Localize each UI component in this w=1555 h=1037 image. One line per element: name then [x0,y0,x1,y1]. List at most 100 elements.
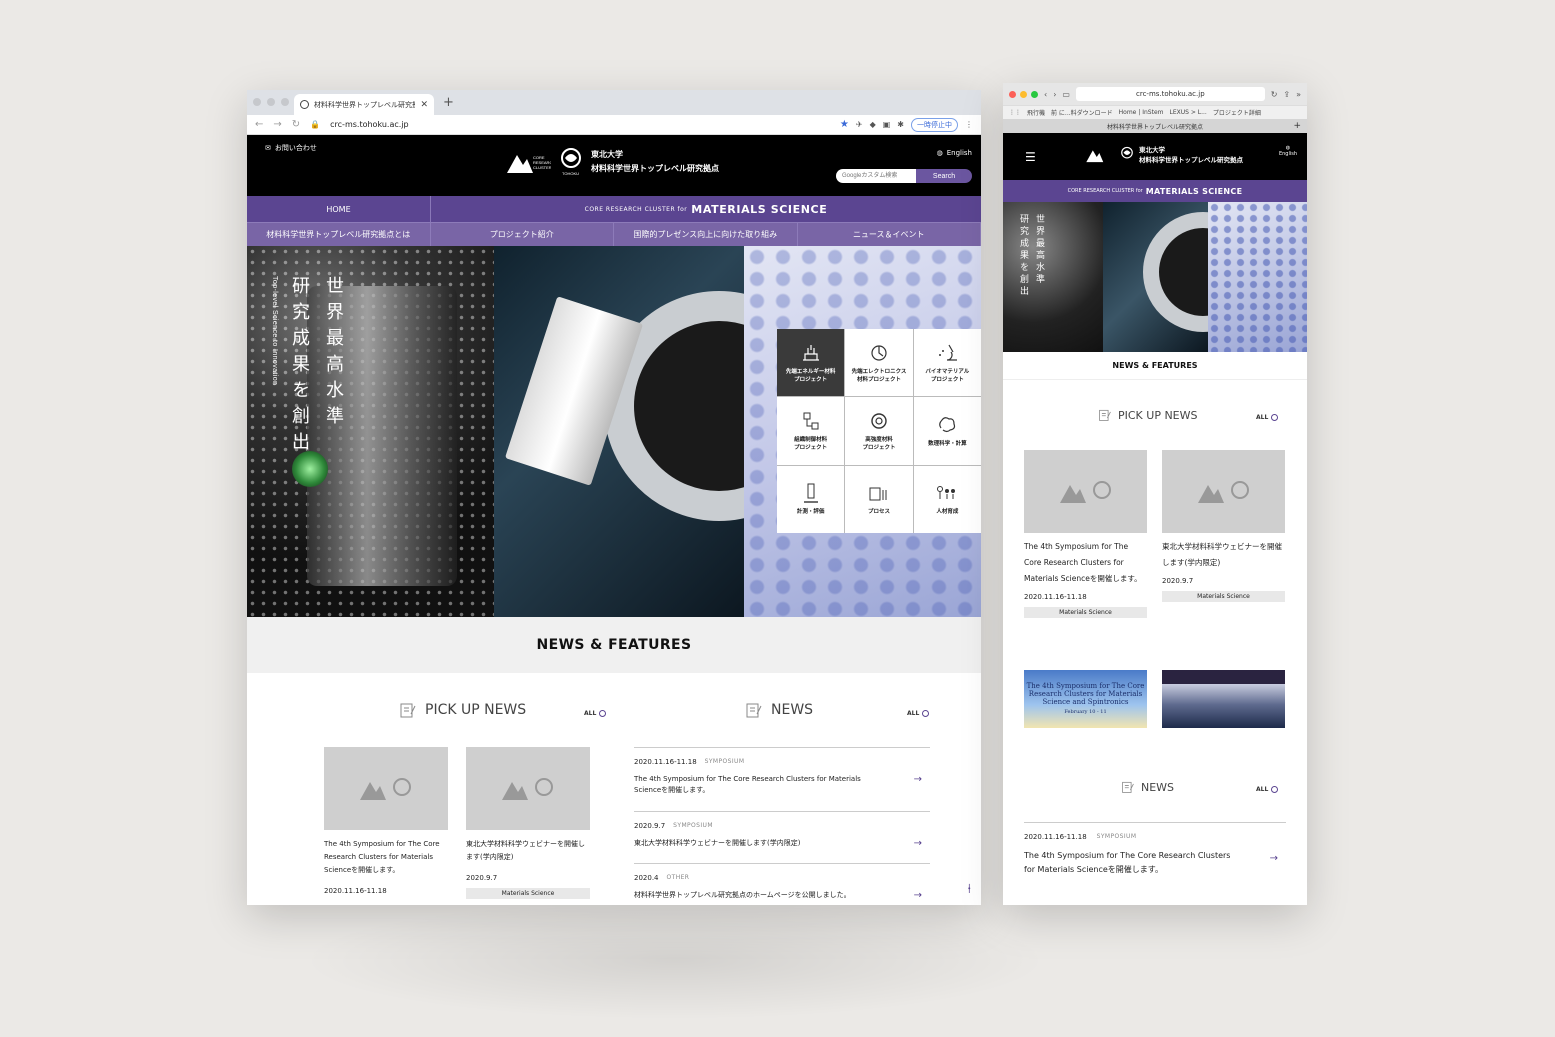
extension-icon[interactable]: ◆ [870,120,876,129]
language-switch[interactable]: ◍ English [937,149,972,157]
url-field[interactable]: crc-ms.tohoku.ac.jp [330,120,830,129]
tab-title: 材料科学世界トップレベル研究拠点 [314,100,416,109]
search-input[interactable] [836,169,916,183]
news-row[interactable]: 2020.11.16-11.18 SYMPOSIUM The 4th Sympos… [1024,822,1286,890]
profile-pause-button[interactable]: 一時停止中 [911,117,958,132]
reload-icon[interactable]: ↻ [1271,90,1278,99]
new-tab-icon[interactable]: + [1293,121,1301,131]
url-field[interactable]: crc-ms.tohoku.ac.jp [1075,87,1265,101]
nav-home[interactable]: HOME [247,196,431,222]
arrow-right-icon: → [913,890,922,901]
pickup-tag[interactable]: Materials Science [466,888,590,899]
more-icon[interactable]: » [1296,90,1301,99]
bookmark-star-icon[interactable]: ★ [840,119,849,130]
nav-item-news[interactable]: ニュース＆イベント [798,223,981,246]
tohoku-emblem-icon [1121,146,1133,159]
project-label: 計測・評価 [796,509,825,516]
menu-icon[interactable]: ⋮ [965,120,973,129]
website-banner[interactable] [1162,670,1285,728]
new-tab-icon[interactable]: + [443,95,454,110]
news-row[interactable]: 2020.11.16-11.18 SYMPOSIUM The 4th Sympos… [634,747,930,811]
pickup-tag[interactable]: Materials Science [1024,607,1147,618]
news-all-link[interactable]: ALL [907,710,930,717]
close-tab-icon[interactable]: ✕ [420,100,428,110]
share-icon[interactable]: ⇪ [1283,90,1290,99]
crc-logo-icon: CORERESEARCHCLUSTER [505,147,555,177]
scroll-top-icon[interactable]: ⍿ [968,882,971,897]
project-tile[interactable]: 数理科学・計算 [913,397,981,465]
back-icon[interactable]: ← [255,119,263,130]
mobile-news-area: PICK UP NEWS ALL The 4th Symposium for T… [1003,380,1307,905]
bookmark-item[interactable]: LEXUS > L... [1169,109,1206,116]
gear-icon [871,413,887,429]
desktop-browser-window: 材料科学世界トップレベル研究拠点 ✕ + ← → ↻ 🔒 crc-ms.toho… [247,90,981,905]
hamburger-menu-icon[interactable]: ☰ [1025,150,1036,164]
news-row[interactable]: 2020.9.7 SYMPOSIUM 東北大学材料科学ウェビナーを開催します(学内… [634,811,930,863]
secondary-nav: 材料科学世界トップレベル研究拠点とは プロジェクト紹介 国際的プレゼンス向上に向… [247,222,981,246]
site-logo[interactable]: 東北大学 材料科学世界トップレベル研究拠点 [1085,145,1243,165]
project-tile[interactable]: 計測・評価 [777,465,845,533]
news-row[interactable]: 2020.4 OTHER 材料科学世界トップレベル研究拠点のホームページを公開しま… [634,863,930,903]
microscope-icon [939,344,958,361]
crc-big-text: MATERIALS SCIENCE [691,202,828,216]
desk-shadow [300,900,1050,1020]
project-tile[interactable]: 組織制御材料 プロジェクト [777,397,845,465]
pickup-all-link[interactable]: ALL [584,710,607,717]
nav-item-international[interactable]: 国際的プレゼンス向上に向けた取り組み [614,223,798,246]
crc-placeholder-image [1024,450,1147,533]
forward-icon[interactable]: → [273,119,281,130]
safari-tab[interactable]: 材料科学世界トップレベル研究拠点 + [1003,119,1307,133]
globe-icon: ◍ [936,149,943,157]
news-all-link[interactable]: ALL [1256,786,1279,793]
project-tile[interactable]: バイオマテリアル プロジェクト [913,329,981,397]
svg-text:CLUSTER: CLUSTER [533,165,551,170]
reload-icon[interactable]: ↻ [292,119,300,130]
pickup-card[interactable]: The 4th Symposium for The Core Research … [324,747,448,895]
bookmarks-bar: ⋮⋮ 飛行機 前 に...料ダウンロード Home | InStem LEXUS… [1003,105,1307,119]
news-text: The 4th Symposium for The Core Research … [1024,851,1231,874]
puzzle-icon[interactable]: ✱ [897,120,904,129]
extension-icon[interactable]: ✈ [856,120,863,129]
nav-item-projects[interactable]: プロジェクト紹介 [431,223,614,246]
forward-icon[interactable]: › [1053,90,1056,99]
site-title: 材料科学世界トップレベル研究拠点 [591,164,719,173]
project-tile[interactable]: 高強度材料 プロジェクト [845,397,913,465]
language-switch[interactable]: ◍ English [1279,145,1297,157]
symposium-banner[interactable]: The 4th Symposium for The Core Research … [1024,670,1147,728]
sidebar-icon[interactable]: ▭ [1062,90,1070,99]
pickup-title: The 4th Symposium for The Core Research … [324,840,440,874]
bookmark-item[interactable]: 飛行機 [1027,108,1045,117]
back-icon[interactable]: ‹ [1044,90,1047,99]
pickup-all-link[interactable]: ALL [1256,414,1279,421]
arrow-circle-icon [1271,786,1279,793]
bookmark-item[interactable]: 前 に...料ダウンロード [1051,108,1113,117]
window-controls[interactable] [1009,90,1038,98]
extension-icon[interactable]: ▣ [883,120,891,129]
pickup-card[interactable]: 東北大学材料科学ウェビナーを開催します(学内限定) 2020.9.7 Mater… [1162,450,1285,602]
crc-banner: CORE RESEARCH CLUSTER for MATERIALS SCIE… [431,196,981,222]
bookmark-item[interactable]: Home | InStem [1119,109,1164,116]
grid-icon[interactable]: ⋮⋮ [1009,109,1021,116]
project-tile[interactable]: プロセス [845,465,913,533]
pickup-tag[interactable]: Materials Science [1162,591,1285,602]
bookmark-item[interactable]: プロジェクト詳細 [1213,108,1261,117]
browser-tab[interactable]: 材料科学世界トップレベル研究拠点 ✕ [294,94,434,115]
pickup-card[interactable]: The 4th Symposium for The Core Research … [1024,450,1147,618]
project-tile[interactable]: 先端エネルギー材料 プロジェクト [777,329,845,397]
site-search: Search [836,169,972,183]
site-logo[interactable]: CORERESEARCHCLUSTER TOHOKU 東北大学 材料科学世界トッ… [505,147,719,177]
news-text: 材料科学世界トップレベル研究拠点のホームページを公開しました。 [634,891,851,899]
memo-icon [400,703,416,718]
arrow-circle-icon [1271,414,1279,421]
nav-item-about[interactable]: 材料科学世界トップレベル研究拠点とは [247,223,431,246]
search-button[interactable]: Search [916,169,972,183]
contact-link[interactable]: ✉ お問い合わせ [265,143,317,153]
address-bar-row: ← → ↻ 🔒 crc-ms.tohoku.ac.jp ★ ✈ ◆ ▣ ✱ 一時… [247,115,981,135]
project-tile[interactable]: 人材育成 [913,465,981,533]
pickup-title: PICK UP NEWS [1118,408,1198,422]
pickup-card[interactable]: 東北大学材料科学ウェビナーを開催します(学内限定) 2020.9.7 Mater… [466,747,590,899]
project-tile[interactable]: 先端エレクトロニクス 材料プロジェクト [845,329,913,397]
hero-line-2: 研究成果を創出 [289,276,310,458]
window-controls[interactable] [253,98,289,106]
news-title: NEWS [771,702,814,718]
